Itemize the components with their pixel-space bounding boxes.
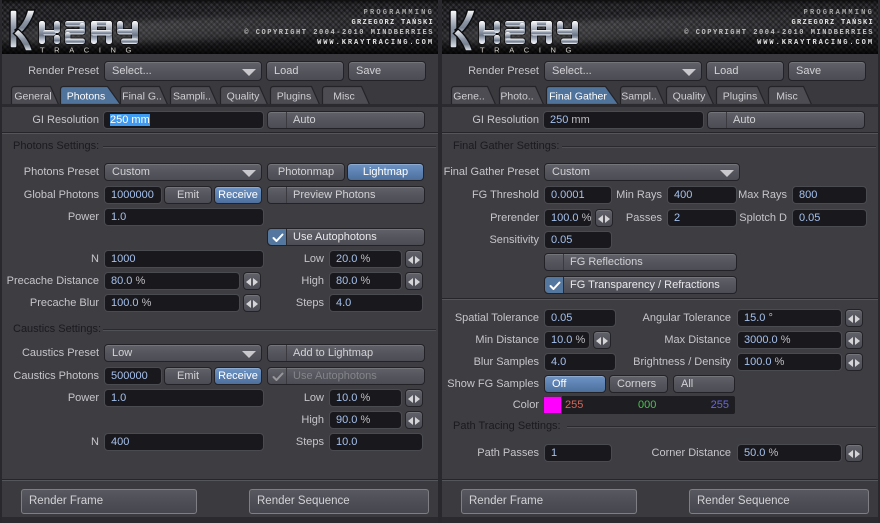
svg-text:TRACING: TRACING: [40, 46, 141, 55]
svg-text:Photons: Photons: [67, 91, 106, 103]
svg-text:Final Gather: Final Gather: [549, 91, 607, 103]
svg-text:Sampl..: Sampl..: [621, 91, 657, 103]
svg-text:General: General: [14, 91, 51, 103]
svg-text:Quality: Quality: [227, 91, 260, 103]
svg-text:Photo..: Photo..: [500, 91, 533, 103]
svg-text:Plugins: Plugins: [723, 91, 757, 103]
svg-text:Quality: Quality: [673, 91, 706, 103]
svg-text:Sampli..: Sampli..: [173, 91, 211, 103]
svg-text:Gene..: Gene..: [453, 91, 485, 103]
svg-text:Misc: Misc: [333, 91, 355, 103]
svg-text:Plugins: Plugins: [277, 91, 311, 103]
svg-text:Misc: Misc: [776, 91, 798, 103]
svg-text:Final G..: Final G..: [122, 91, 162, 103]
svg-text:TRACING: TRACING: [480, 46, 581, 55]
